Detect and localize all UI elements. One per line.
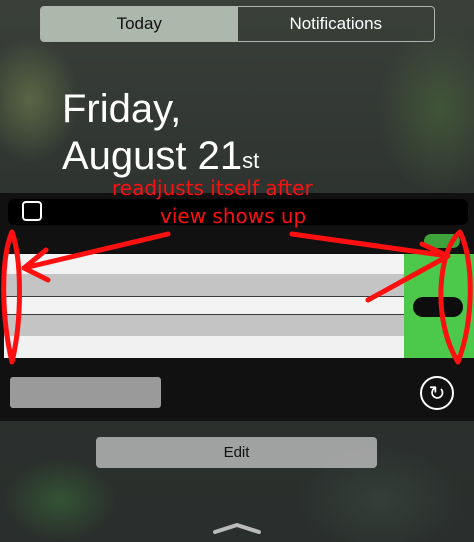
widget-switch-pill[interactable] bbox=[413, 297, 463, 317]
row-divider bbox=[4, 314, 404, 315]
date-month-day: August 21 bbox=[62, 134, 243, 178]
refresh-icon[interactable]: ↻ bbox=[420, 376, 454, 410]
widget-row bbox=[4, 274, 404, 296]
widget-row bbox=[4, 336, 404, 358]
widget-row bbox=[4, 314, 404, 336]
date-weekday: Friday, bbox=[62, 87, 182, 131]
widget-placeholder-field[interactable] bbox=[10, 377, 161, 408]
annotation-line-2: view shows up bbox=[160, 204, 307, 228]
widget-toggle-pill[interactable] bbox=[424, 234, 460, 248]
edit-button[interactable]: Edit bbox=[96, 437, 377, 468]
date-header: Friday, August 21st bbox=[62, 86, 259, 180]
date-suffix: st bbox=[242, 148, 260, 173]
tab-notifications[interactable]: Notifications bbox=[238, 7, 435, 41]
annotation-line-1: readjusts itself after bbox=[112, 176, 313, 200]
row-divider bbox=[4, 296, 404, 297]
widget-row bbox=[4, 254, 404, 274]
grabber-chevron-icon[interactable] bbox=[212, 522, 262, 534]
widget-square-icon bbox=[22, 201, 42, 221]
widget-row bbox=[4, 296, 404, 314]
tab-today[interactable]: Today bbox=[41, 7, 238, 41]
view-switcher: Today Notifications bbox=[40, 6, 435, 42]
date-day: August 21st bbox=[62, 133, 259, 180]
